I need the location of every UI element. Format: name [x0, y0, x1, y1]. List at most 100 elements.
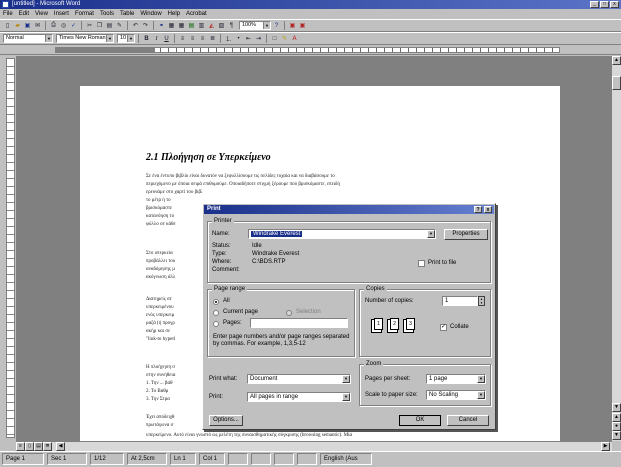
save-icon[interactable]: ▣ [23, 21, 32, 30]
print-dialog: Print ? x Printer Name: Windrake Everest… [202, 203, 496, 430]
highlight-icon[interactable]: ✎ [280, 34, 289, 43]
pages-per-sheet-label: Pages per sheet: [365, 376, 411, 382]
menu-window[interactable]: Window [140, 9, 161, 19]
open-icon[interactable]: ▰ [13, 21, 22, 30]
hyperlink-icon[interactable]: ⚭ [157, 21, 166, 30]
previous-page-icon[interactable]: ▲ [612, 413, 621, 422]
spelling-icon[interactable]: ✓ [69, 21, 78, 30]
insert-excel-icon[interactable]: ▤ [187, 21, 196, 30]
align-center-icon[interactable]: ≡ [188, 34, 197, 43]
show-hide-icon[interactable]: ¶ [227, 21, 236, 30]
pages-radio[interactable] [213, 321, 219, 327]
numbering-icon[interactable]: ⒈ [224, 34, 233, 43]
next-page-icon[interactable]: ▼ [612, 431, 621, 440]
menu-file[interactable]: File [3, 9, 13, 19]
print-what-select[interactable]: Document ▼ [247, 374, 351, 384]
maximize-button[interactable]: □ [600, 1, 609, 8]
menu-insert[interactable]: Insert [54, 9, 69, 19]
scale-select[interactable]: No Scaling ▼ [426, 390, 486, 400]
pages-label: Pages: [223, 320, 242, 326]
scroll-left-icon[interactable]: ◀ [56, 442, 65, 451]
scroll-down-icon[interactable]: ▼ [612, 403, 621, 412]
acrobat-email-icon[interactable]: ▣ [298, 21, 307, 30]
menu-tools[interactable]: Tools [100, 9, 114, 19]
scroll-right-icon[interactable]: ▶ [601, 442, 610, 451]
ok-button[interactable]: OK [399, 415, 441, 426]
menu-table[interactable]: Table [120, 9, 134, 19]
outline-view-icon[interactable]: ≣ [43, 442, 52, 451]
bold-button[interactable]: B [142, 34, 151, 43]
italic-button[interactable]: I [152, 34, 161, 43]
paragraph: Σε ένα έντυπο βιβλίο είναι δυνατόν να ξε… [146, 174, 335, 179]
email-icon[interactable]: ✉ [33, 21, 42, 30]
print-icon[interactable]: ⎙ [49, 21, 58, 30]
print-to-file-checkbox[interactable] [418, 260, 425, 267]
insert-table-icon[interactable]: ▦ [177, 21, 186, 30]
font-color-icon[interactable]: A [290, 34, 299, 43]
drawing-icon[interactable]: ◭ [207, 21, 216, 30]
paste-icon[interactable]: ▤ [105, 21, 114, 30]
scroll-up-icon[interactable]: ▲ [612, 56, 621, 65]
columns-icon[interactable]: ▥ [197, 21, 206, 30]
border-icon[interactable]: □ [270, 34, 279, 43]
align-right-icon[interactable]: ≡ [198, 34, 207, 43]
help-icon[interactable]: ? [272, 21, 281, 30]
copies-spinner-icon[interactable]: ▲ ▼ [478, 296, 485, 306]
copy-icon[interactable]: ❐ [95, 21, 104, 30]
close-button[interactable]: x [610, 1, 619, 8]
list-item: 1. Την ... βαθ [146, 381, 173, 386]
tables-borders-icon[interactable]: ▦ [167, 21, 176, 30]
menu-acrobat[interactable]: Acrobat [186, 9, 207, 19]
style-combo[interactable]: Normal ▼ [3, 34, 53, 43]
undo-icon[interactable]: ↶ [131, 21, 140, 30]
zoom-combo[interactable]: 100% ▼ [239, 21, 271, 30]
acrobat-convert-icon[interactable]: ▣ [288, 21, 297, 30]
print-layout-icon[interactable]: ▤ [34, 442, 43, 451]
properties-button[interactable]: Properties [444, 229, 488, 240]
minimize-button[interactable]: _ [590, 1, 599, 8]
copies-input[interactable]: 1 [442, 296, 478, 306]
selection-radio[interactable] [286, 310, 292, 316]
pages-per-sheet-select[interactable]: 1 page ▼ [426, 374, 486, 384]
all-radio[interactable] [213, 299, 219, 305]
menu-format[interactable]: Format [75, 9, 94, 19]
menu-view[interactable]: View [35, 9, 48, 19]
justify-icon[interactable]: ≣ [208, 34, 217, 43]
copies-label: Copies [364, 285, 387, 293]
decrease-indent-icon[interactable]: ⇤ [244, 34, 253, 43]
printer-name-select[interactable]: Windrake Everest ▼ [248, 229, 436, 239]
redo-icon[interactable]: ↷ [141, 21, 150, 30]
increase-indent-icon[interactable]: ⇥ [254, 34, 263, 43]
current-page-radio[interactable] [213, 310, 219, 316]
font-combo[interactable]: Times New Roman ▼ [56, 34, 114, 43]
vertical-scrollbar[interactable]: ▲ ▼ ▲ ● ▼ [611, 56, 621, 441]
options-button[interactable]: Options... [209, 415, 243, 426]
cancel-button[interactable]: Cancel [447, 415, 489, 426]
help-button[interactable]: ? [474, 206, 482, 213]
collate-page-icon: 1 [374, 318, 383, 330]
vertical-ruler[interactable] [6, 58, 15, 438]
paragraph: φύλλο σε κάθε [146, 222, 176, 227]
collate-checkbox[interactable]: ✓ [440, 324, 447, 331]
new-icon[interactable]: ▯ [3, 21, 12, 30]
print-preview-icon[interactable]: ◎ [59, 21, 68, 30]
align-left-icon[interactable]: ≡ [178, 34, 187, 43]
font-size-combo[interactable]: 10 ▼ [117, 34, 135, 43]
document-map-icon[interactable]: ▧ [217, 21, 226, 30]
select-browse-object-icon[interactable]: ● [612, 422, 621, 431]
underline-button[interactable]: U [162, 34, 171, 43]
scroll-thumb[interactable] [612, 76, 621, 90]
bullets-icon[interactable]: • [234, 34, 243, 43]
horizontal-scrollbar[interactable]: ≡ ▯ ▤ ≣ ◀ ▶ [16, 441, 612, 451]
normal-view-icon[interactable]: ≡ [16, 442, 25, 451]
print-select[interactable]: All pages in range ▼ [247, 392, 351, 402]
menu-edit[interactable]: Edit [19, 9, 29, 19]
horizontal-ruler[interactable] [0, 46, 621, 55]
comment-label: Comment: [212, 267, 240, 273]
dialog-close-button[interactable]: x [484, 206, 492, 213]
web-layout-icon[interactable]: ▯ [25, 442, 34, 451]
pages-input[interactable] [250, 318, 348, 328]
menu-help[interactable]: Help [168, 9, 180, 19]
cut-icon[interactable]: ✂ [85, 21, 94, 30]
format-painter-icon[interactable]: ✎ [115, 21, 124, 30]
